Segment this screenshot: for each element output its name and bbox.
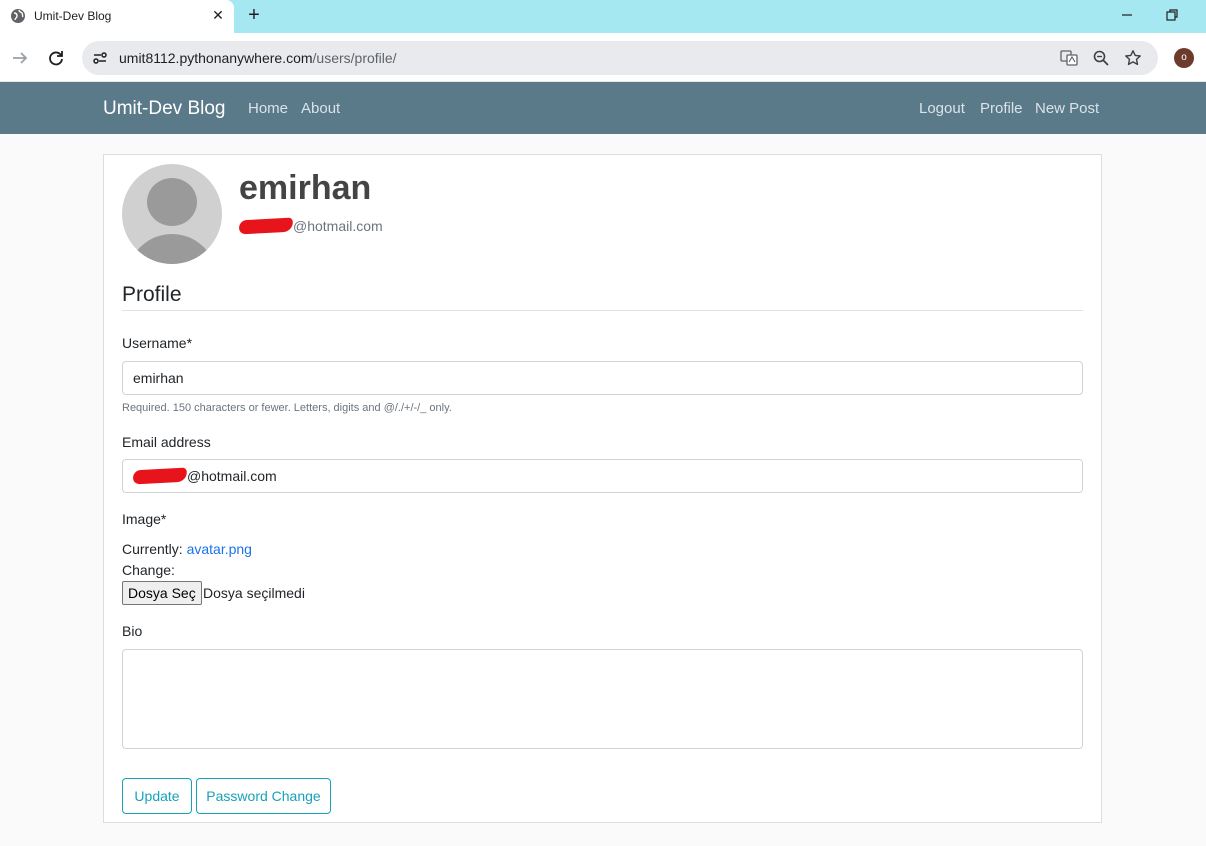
username-help-text: Required. 150 characters or fewer. Lette… xyxy=(122,402,452,414)
currently-label: Currently: xyxy=(122,541,183,557)
email-domain: @hotmail.com xyxy=(187,468,277,484)
user-avatar xyxy=(122,164,222,264)
account-email-domain: @hotmail.com xyxy=(293,218,383,234)
password-change-button[interactable]: Password Change xyxy=(196,778,331,814)
form-legend: Profile xyxy=(122,283,182,306)
avatar-body-shape xyxy=(127,234,217,264)
username-label: Username* xyxy=(122,335,193,351)
reload-icon[interactable] xyxy=(46,48,66,68)
current-image-row: Currently: avatar.png xyxy=(122,541,252,557)
close-tab-icon[interactable]: ✕ xyxy=(210,7,226,23)
nav-new-post-link[interactable]: New Post xyxy=(1035,100,1099,117)
email-input[interactable]: @hotmail.com xyxy=(122,459,1083,493)
change-label: Change: xyxy=(122,562,175,578)
browser-tab-strip: Umit-Dev Blog ✕ + xyxy=(0,0,1206,33)
file-status-text: Dosya seçilmedi xyxy=(203,585,305,601)
bio-textarea[interactable] xyxy=(122,649,1083,749)
restore-window-icon[interactable] xyxy=(1163,6,1181,24)
url-host: umit8112.pythonanywhere.com xyxy=(119,50,313,66)
username-input[interactable]: emirhan xyxy=(122,361,1083,395)
choose-file-button[interactable]: Dosya Seç xyxy=(122,581,202,605)
minimize-icon[interactable] xyxy=(1118,6,1136,24)
globe-icon xyxy=(10,8,26,24)
new-tab-button[interactable]: + xyxy=(244,5,264,25)
avatar-head-shape xyxy=(147,178,197,226)
update-button[interactable]: Update xyxy=(122,778,192,814)
translate-icon[interactable] xyxy=(1060,49,1078,67)
browser-toolbar: umit8112.pythonanywhere.com/users/profil… xyxy=(0,33,1206,82)
current-image-link[interactable]: avatar.png xyxy=(187,541,252,557)
url-path: /users/profile/ xyxy=(312,50,397,66)
brand-link[interactable]: Umit-Dev Blog xyxy=(103,98,225,120)
image-label: Image* xyxy=(122,511,167,527)
profile-card: emirhan @hotmail.com Profile Username* e… xyxy=(103,154,1102,823)
nav-about-link[interactable]: About xyxy=(301,100,340,117)
redaction-mark xyxy=(132,467,188,485)
site-settings-icon[interactable] xyxy=(92,50,108,66)
browser-profile-avatar[interactable]: o xyxy=(1174,48,1194,68)
bookmark-star-icon[interactable] xyxy=(1124,49,1142,67)
bio-label: Bio xyxy=(122,623,143,639)
address-bar[interactable]: umit8112.pythonanywhere.com/users/profil… xyxy=(82,41,1158,75)
browser-tab[interactable]: Umit-Dev Blog ✕ xyxy=(0,0,234,33)
forward-arrow-icon[interactable] xyxy=(10,48,30,68)
zoom-icon[interactable] xyxy=(1092,49,1110,67)
nav-logout-link[interactable]: Logout xyxy=(919,100,965,117)
site-navbar: Umit-Dev Blog Home About Logout Profile … xyxy=(0,82,1206,134)
nav-home-link[interactable]: Home xyxy=(248,100,288,117)
tab-title: Umit-Dev Blog xyxy=(34,9,112,23)
nav-profile-link[interactable]: Profile xyxy=(980,100,1023,117)
legend-divider xyxy=(122,310,1083,311)
url-text[interactable]: umit8112.pythonanywhere.com/users/profil… xyxy=(119,50,397,66)
account-username: emirhan xyxy=(239,169,372,207)
account-email: @hotmail.com xyxy=(238,217,383,235)
email-label: Email address xyxy=(122,434,211,450)
redaction-mark xyxy=(238,217,294,235)
